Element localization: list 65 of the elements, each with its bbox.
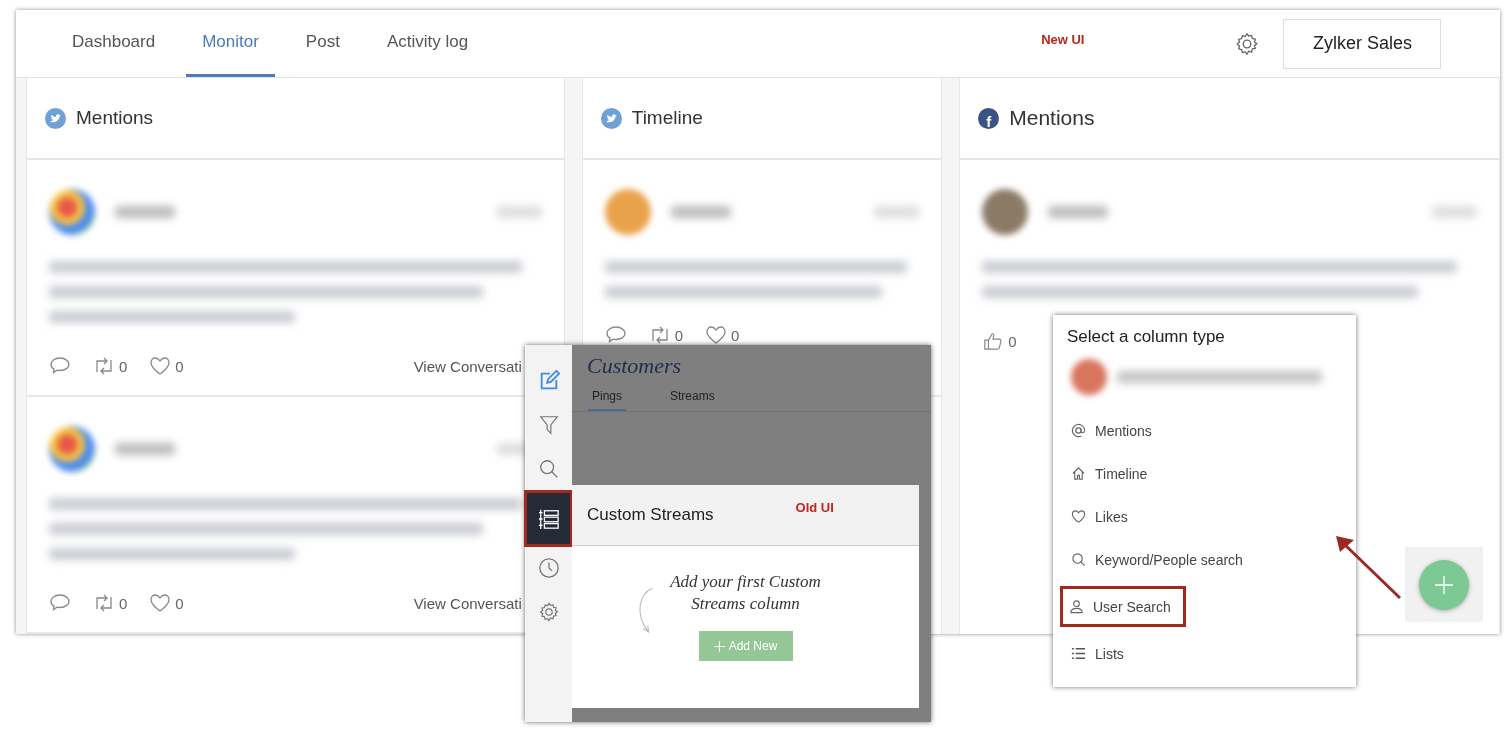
- list-icon: [1071, 646, 1086, 661]
- stream-tab[interactable]: Pings: [588, 383, 627, 411]
- nav-tab[interactable]: Activity log: [370, 10, 485, 77]
- heart-icon[interactable]: [149, 356, 172, 376]
- bird-icon: [45, 107, 66, 129]
- house-icon: [1071, 466, 1086, 481]
- like-count: 0: [1008, 332, 1017, 350]
- blurred-name: [115, 442, 175, 455]
- facebook-icon: f: [978, 107, 1000, 129]
- menu-item[interactable]: Lists: [1067, 640, 1136, 667]
- view-conversation-link[interactable]: View Conversati: [413, 357, 522, 375]
- heart-icon[interactable]: [149, 593, 172, 613]
- comment-icon[interactable]: [604, 325, 627, 345]
- blurred-time: [874, 205, 920, 218]
- avatar: [1071, 359, 1107, 395]
- account-button[interactable]: Zylker Sales: [1283, 18, 1442, 69]
- blurred-time: [496, 205, 542, 218]
- menu-item[interactable]: Timeline: [1067, 460, 1160, 487]
- heart-icon: [1071, 509, 1086, 524]
- bird-icon: [600, 107, 622, 129]
- annotation-label: New UI: [1041, 32, 1085, 47]
- like-count: 0: [175, 594, 184, 612]
- menu-title: Select a column type: [1067, 327, 1226, 347]
- column-title: Timeline: [631, 107, 703, 129]
- nav-tab[interactable]: Post: [289, 10, 356, 77]
- plus-icon: [1434, 574, 1454, 595]
- blurred-time: [1432, 205, 1477, 218]
- search-icon: [1071, 552, 1086, 567]
- retweet-icon[interactable]: [93, 356, 115, 376]
- plus-icon: [713, 640, 725, 652]
- blurred-name: [1048, 205, 1109, 218]
- nav-tab[interactable]: Dashboard: [56, 10, 172, 77]
- view-conversation-link[interactable]: View Conversati: [413, 594, 522, 612]
- menu-item[interactable]: Likes: [1067, 503, 1140, 530]
- retweet-count: 0: [119, 594, 128, 612]
- comment-icon[interactable]: [49, 593, 71, 613]
- person-icon: [1069, 599, 1084, 614]
- annotation-label: Old UI: [795, 499, 834, 515]
- menu-item[interactable]: User Search: [1063, 589, 1183, 624]
- empty-message: Add your first Custom Streams column: [668, 571, 822, 615]
- retweet-count: 0: [119, 357, 128, 375]
- menu-item[interactable]: Keyword/People search: [1067, 546, 1255, 573]
- comment-icon[interactable]: [49, 356, 71, 376]
- at-sign-icon: [1071, 423, 1086, 438]
- like-count: 0: [175, 357, 184, 375]
- menu-item[interactable]: Mentions: [1067, 417, 1164, 444]
- column-title: Mentions: [1009, 106, 1095, 130]
- settings-icon[interactable]: [1234, 30, 1261, 57]
- avatar: [49, 188, 95, 235]
- stream-tab[interactable]: Streams: [666, 383, 719, 411]
- avatar: [49, 425, 95, 472]
- column-title: Mentions: [76, 107, 154, 129]
- avatar: [982, 188, 1029, 235]
- blurred-name: [115, 205, 175, 218]
- card-title: Custom Streams: [587, 505, 714, 525]
- retweet-count: 0: [674, 326, 684, 344]
- blurred-name: [670, 205, 731, 218]
- thumbs-up-icon[interactable]: [982, 331, 1005, 351]
- heart-icon[interactable]: [705, 325, 728, 345]
- avatar: [604, 188, 651, 235]
- streams-list-icon[interactable]: [525, 491, 572, 546]
- pointer-arrow: [1334, 536, 1404, 602]
- retweet-icon[interactable]: [93, 593, 115, 613]
- like-count: 0: [731, 326, 740, 344]
- stream-title: Customers: [586, 352, 683, 379]
